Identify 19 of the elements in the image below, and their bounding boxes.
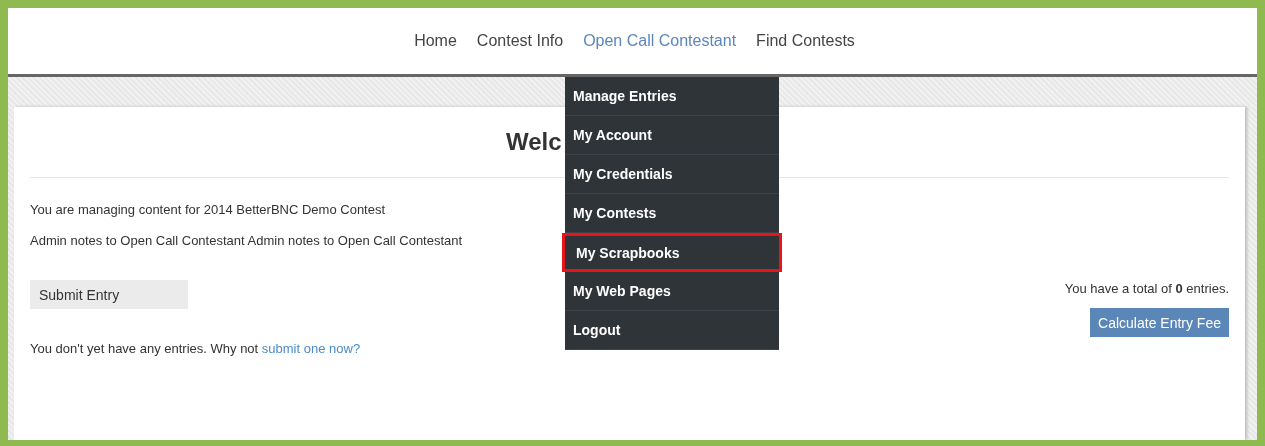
nav-link[interactable]: Find Contests [756, 32, 855, 50]
calculate-fee-button[interactable]: Calculate Entry Fee [1090, 308, 1229, 337]
menu-item[interactable]: My Scrapbooks [562, 233, 782, 272]
info-text: Admin notes to Open Call Contestant Admin notes to Open Call Contestant [30, 233, 463, 248]
menu-item[interactable]: Manage Entries [565, 77, 779, 116]
submit-link[interactable]: submit one now? [261, 341, 361, 356]
menu-item[interactable]: My Contests [565, 194, 779, 233]
page-heading: Welc [506, 128, 562, 156]
menu-item[interactable]: Logout [565, 311, 779, 350]
nav-link[interactable]: Home [414, 32, 457, 50]
empty-message: You don't yet have any entries. Why not [30, 341, 259, 356]
menu-item[interactable]: My Credentials [565, 155, 779, 194]
nav-link[interactable]: Contest Info [476, 32, 564, 50]
info-text: You are managing content for 2014 BetterBNC Demo Contest [30, 202, 386, 217]
menu-item[interactable]: My Web Pages [565, 272, 779, 311]
nav-link[interactable]: Open Call Contestant [583, 32, 737, 50]
menu-item[interactable]: My Account [565, 116, 779, 155]
submit-entry-button[interactable]: Submit Entry [30, 280, 188, 309]
entries-total: You have a total of 0 entries. [1064, 281, 1229, 296]
